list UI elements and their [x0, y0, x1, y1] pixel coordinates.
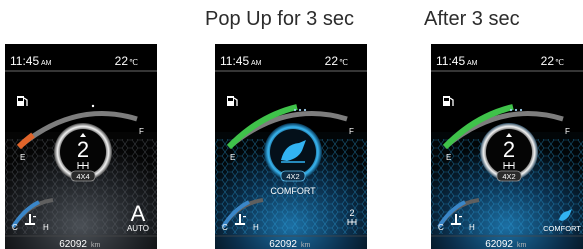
popup-caption: Pop Up for 3 sec [205, 8, 354, 30]
drive-badge: 4X2 [502, 172, 515, 181]
coolant-cold-label: C [222, 223, 228, 232]
clock-ampm: AM [41, 60, 52, 67]
drive-mode-label: AUTO [127, 224, 149, 233]
cluster-screen-popup: 11:45 AM 22 ℃ E F 4X2 COMFORT C H 2 6209… [215, 44, 367, 249]
odometer-unit: km [517, 242, 527, 249]
drive-mode-label: COMFORT [270, 186, 316, 196]
odometer-unit: km [91, 242, 101, 249]
coolant-hot-label: H [253, 223, 259, 232]
cluster-display: 11:45 AM 22 ℃ E F 4X2 COMFORT C H 2 6209… [215, 44, 367, 249]
temp-unit: ℃ [129, 58, 138, 67]
clock-time: 11:45 [10, 54, 39, 68]
fuel-empty-label: E [446, 153, 451, 162]
odometer-value: 62092 [269, 239, 297, 249]
clock-ampm: AM [467, 60, 478, 67]
cluster-display: 11:45 AM 22 ℃ E F 2 [5, 44, 157, 249]
clock-time: 11:45 [220, 54, 249, 68]
clock-time: 11:45 [436, 54, 465, 68]
drive-badge: 4X2 [286, 172, 299, 181]
temp-unit: ℃ [555, 58, 564, 67]
outside-temp: 22 [541, 54, 555, 68]
gear-number: 2 [77, 137, 89, 162]
corner-gear-number: 2 [349, 208, 354, 218]
cluster-screen-after: 11:45 AM 22 ℃ E F 2 4X2 C H COMFORT 6209… [431, 44, 583, 249]
fuel-full-label: F [565, 127, 570, 136]
fuel-full-label: F [349, 127, 354, 136]
coolant-cold-label: C [12, 223, 18, 232]
fuel-full-label: F [139, 127, 144, 136]
gear-number: 2 [503, 137, 515, 162]
fuel-empty-label: E [20, 153, 25, 162]
cluster-display: 11:45 AM 22 ℃ E F 2 [431, 44, 583, 249]
odometer-unit: km [301, 242, 311, 249]
drive-mode-label: COMFORT [543, 224, 581, 233]
coolant-cold-label: C [438, 223, 444, 232]
cluster-screen-auto: 11:45 AM 22 ℃ E F 2 4X4 C H A AUTO 62092… [5, 44, 157, 249]
clock-ampm: AM [251, 60, 262, 67]
coolant-hot-label: H [43, 223, 49, 232]
temp-unit: ℃ [339, 58, 348, 67]
after-caption: After 3 sec [424, 8, 520, 30]
cluster-comparison: Pop Up for 3 sec After 3 sec 11:45 AM 22… [0, 0, 583, 249]
odometer-value: 62092 [59, 239, 87, 249]
outside-temp: 22 [325, 54, 339, 68]
odometer-value: 62092 [485, 239, 513, 249]
coolant-hot-label: H [469, 223, 475, 232]
outside-temp: 22 [115, 54, 129, 68]
fuel-empty-label: E [230, 153, 235, 162]
drive-mode-letter: A [131, 201, 146, 226]
drive-badge: 4X4 [76, 172, 89, 181]
